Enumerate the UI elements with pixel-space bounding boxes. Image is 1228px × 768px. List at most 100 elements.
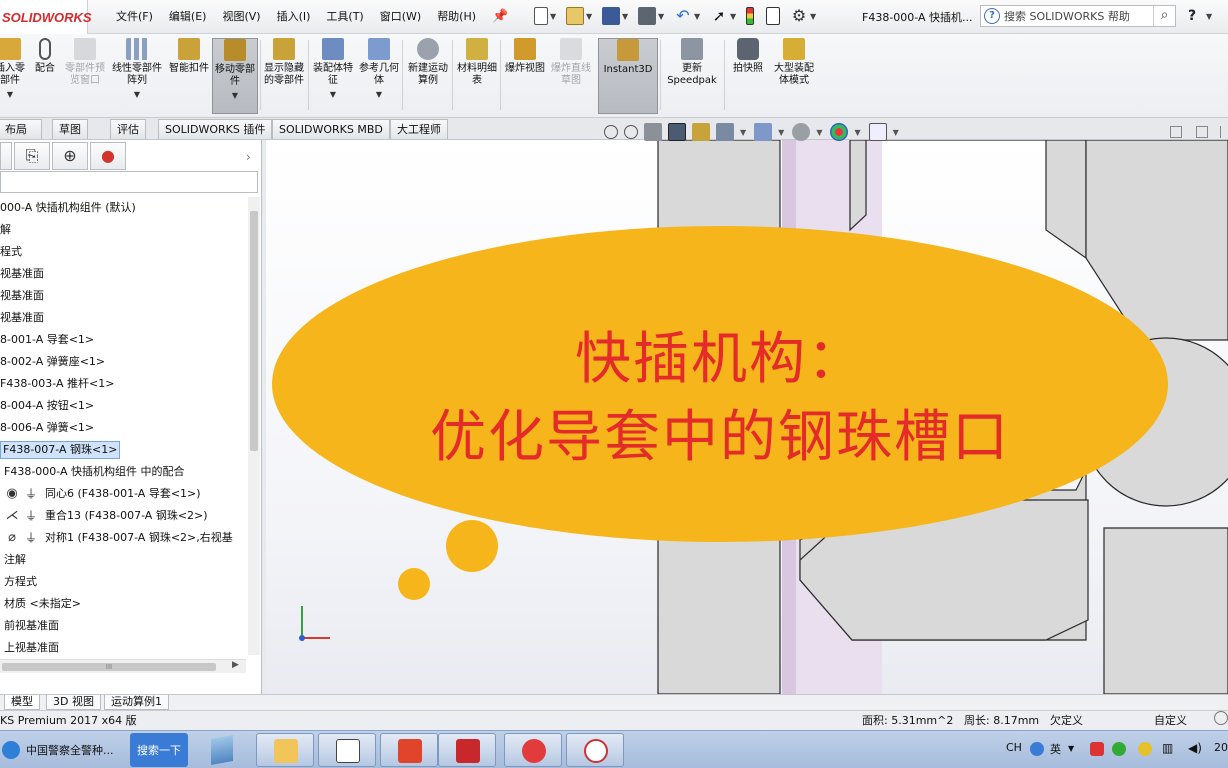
chevron-down-icon[interactable]: ▼ <box>854 128 860 137</box>
mate-button[interactable]: 配合 <box>30 38 60 114</box>
print-icon[interactable] <box>638 7 656 25</box>
take-snapshot-button[interactable]: 拍快照 <box>728 38 768 114</box>
undo-icon[interactable]: ↶ <box>674 7 692 25</box>
tray-ime-mode[interactable]: 英 <box>1050 741 1061 757</box>
new-document-icon[interactable] <box>534 7 548 25</box>
taskbar-camtasia[interactable] <box>380 733 438 767</box>
chevron-down-icon[interactable]: ▼ <box>376 89 382 101</box>
tray-plus-icon[interactable] <box>1138 742 1152 756</box>
maximize-window-icon[interactable] <box>1196 126 1208 138</box>
chevron-down-icon[interactable]: ▼ <box>816 128 822 137</box>
restore-window-icon[interactable] <box>1170 126 1182 138</box>
chevron-down-icon[interactable]: ▼ <box>7 89 13 101</box>
file-properties-icon[interactable] <box>766 7 780 25</box>
tab-sketch[interactable]: 草图 <box>52 119 88 139</box>
tree-item-button[interactable]: 8-004-A 按钮<1> <box>0 395 248 417</box>
chevron-down-icon[interactable]: ▼ <box>550 12 558 21</box>
menu-window[interactable]: 窗口(W) <box>372 8 429 24</box>
feature-tree-tab[interactable] <box>0 142 12 170</box>
tree-item-mate-concentric[interactable]: ◉ ⏚ 同心6 (F438-001-A 导套<1>) <box>0 483 248 505</box>
security-shield-icon[interactable] <box>1112 742 1126 756</box>
tab-layout[interactable]: 布局 <box>0 119 42 139</box>
open-folder-icon[interactable] <box>566 7 584 25</box>
chevron-down-icon[interactable]: ▼ <box>330 89 336 101</box>
insert-component-button[interactable]: 插入零部件 ▼ <box>0 38 26 114</box>
menu-edit[interactable]: 编辑(E) <box>161 8 215 24</box>
section-view-icon[interactable] <box>668 123 686 141</box>
tree-item-front-plane[interactable]: 视基准面 <box>0 263 248 285</box>
traffic-light-icon[interactable] <box>746 7 754 25</box>
tree-item-push-rod[interactable]: F438-003-A 推杆<1> <box>0 373 248 395</box>
menu-file[interactable]: 文件(F) <box>108 8 161 24</box>
tree-item-steel-ball[interactable]: F438-007-A 钢珠<1> <box>0 439 248 461</box>
gear-icon[interactable]: ⚙ <box>790 7 808 25</box>
linear-pattern-button[interactable]: 线性零部件阵列 ▼ <box>110 38 164 114</box>
new-motion-study-button[interactable]: 新建运动算例 <box>406 38 450 114</box>
component-preview-button[interactable]: 零部件预览窗口 <box>64 38 106 114</box>
taskbar-screen-recorder[interactable] <box>504 733 562 767</box>
tree-item-top-plane-2[interactable]: 上视基准面 <box>0 637 248 655</box>
show-hidden-components-button[interactable]: 显示隐藏的零部件 <box>262 38 306 114</box>
ime-icon[interactable] <box>1030 742 1044 756</box>
tray-language[interactable]: CH <box>1006 741 1022 754</box>
assembly-features-button[interactable]: 装配体特征 ▼ <box>312 38 354 114</box>
scroll-thumb[interactable] <box>250 211 258 451</box>
reference-geometry-button[interactable]: 参考几何体 ▼ <box>358 38 400 114</box>
smart-fastener-button[interactable]: 智能扣件 <box>168 38 210 114</box>
tree-item-spring-seat[interactable]: 8-002-A 弹簧座<1> <box>0 351 248 373</box>
solidworks-logo[interactable]: SOLIDWORKS <box>0 0 92 34</box>
chevron-down-icon[interactable]: ▼ <box>658 12 666 21</box>
chevron-down-icon[interactable]: ▼ <box>232 90 238 102</box>
tree-item-right-plane[interactable]: 视基准面 <box>0 307 248 329</box>
chevron-down-icon[interactable]: ▼ <box>1068 744 1074 753</box>
taskbar-document[interactable] <box>318 733 376 767</box>
previous-view-icon[interactable] <box>644 123 662 141</box>
tree-root-assembly[interactable]: 000-A 快插机构组件 (默认) <box>0 197 248 219</box>
network-icon[interactable]: ▥ <box>1162 741 1173 755</box>
tray-app-icon[interactable] <box>1090 742 1104 756</box>
taskbar-pinned-app[interactable] <box>196 733 248 767</box>
instant3d-button[interactable]: Instant3D <box>598 38 658 114</box>
taskbar-solidworks[interactable] <box>438 733 496 767</box>
rebuild-status-icon[interactable] <box>1214 711 1228 725</box>
pin-icon[interactable]: 📌 <box>492 9 508 24</box>
chevron-right-icon[interactable]: › <box>246 150 251 164</box>
tab-3d-view[interactable]: 3D 视图 <box>46 695 101 710</box>
tab-solidworks-addins[interactable]: SOLIDWORKS 插件 <box>158 119 273 139</box>
search-icon[interactable]: ⌕ <box>1153 6 1175 26</box>
tab-model[interactable]: 模型 <box>4 695 40 710</box>
explode-line-sketch-button[interactable]: 爆炸直线草图 <box>550 38 592 114</box>
dynamic-annotation-icon[interactable] <box>692 123 710 141</box>
chevron-down-icon[interactable]: ▼ <box>893 128 899 137</box>
save-icon[interactable] <box>602 7 620 25</box>
property-manager-tab[interactable]: ⎘ <box>14 142 50 170</box>
move-component-button[interactable]: 移动零部件 ▼ <box>212 38 258 114</box>
help-search-input[interactable]: ? 搜索 SOLIDWORKS 帮助 ⌕ <box>980 5 1176 27</box>
taskbar-ie-window[interactable]: 中国警察全警种... <box>0 733 128 767</box>
update-speedpak-button[interactable]: 更新Speedpak <box>664 38 720 114</box>
tree-item-top-plane[interactable]: 视基准面 <box>0 285 248 307</box>
menu-insert[interactable]: 插入(I) <box>269 8 319 24</box>
taskbar-search-button[interactable]: 搜索一下 <box>130 733 188 767</box>
tree-item-mates-folder[interactable]: F438-000-A 快插机构组件 中的配合 <box>0 461 248 483</box>
view-settings-icon[interactable] <box>868 123 887 141</box>
clock[interactable]: 20 <box>1214 741 1228 754</box>
tree-item-notes[interactable]: 注解 <box>0 549 248 571</box>
zoom-to-fit-icon[interactable] <box>604 125 618 139</box>
view-orientation-icon[interactable] <box>716 123 734 141</box>
chevron-down-icon[interactable]: ▼ <box>740 128 746 137</box>
menu-help[interactable]: 帮助(H) <box>429 8 484 24</box>
chevron-down-icon[interactable]: ▼ <box>622 12 630 21</box>
hide-show-items-icon[interactable] <box>792 123 811 141</box>
select-cursor-icon[interactable]: ➚ <box>710 7 728 25</box>
chevron-down-icon[interactable]: ▼ <box>694 12 702 21</box>
tree-item-material[interactable]: 材质 <未指定> <box>0 593 248 615</box>
help-icon[interactable]: ? <box>1188 8 1196 24</box>
volume-icon[interactable]: ◀) <box>1188 741 1202 755</box>
tree-item-mate-symmetric[interactable]: ⌀ ⏚ 对称1 (F438-007-A 钢珠<2>,右视基 <box>0 527 248 549</box>
config-manager-tab[interactable]: ⊕ <box>52 142 88 170</box>
exploded-view-button[interactable]: 爆炸视图 <box>504 38 546 114</box>
large-assembly-mode-button[interactable]: 大型装配体模式 <box>772 38 816 114</box>
chevron-right-icon[interactable]: ▶ <box>232 660 239 670</box>
task-pane-handle[interactable] <box>1220 126 1226 138</box>
